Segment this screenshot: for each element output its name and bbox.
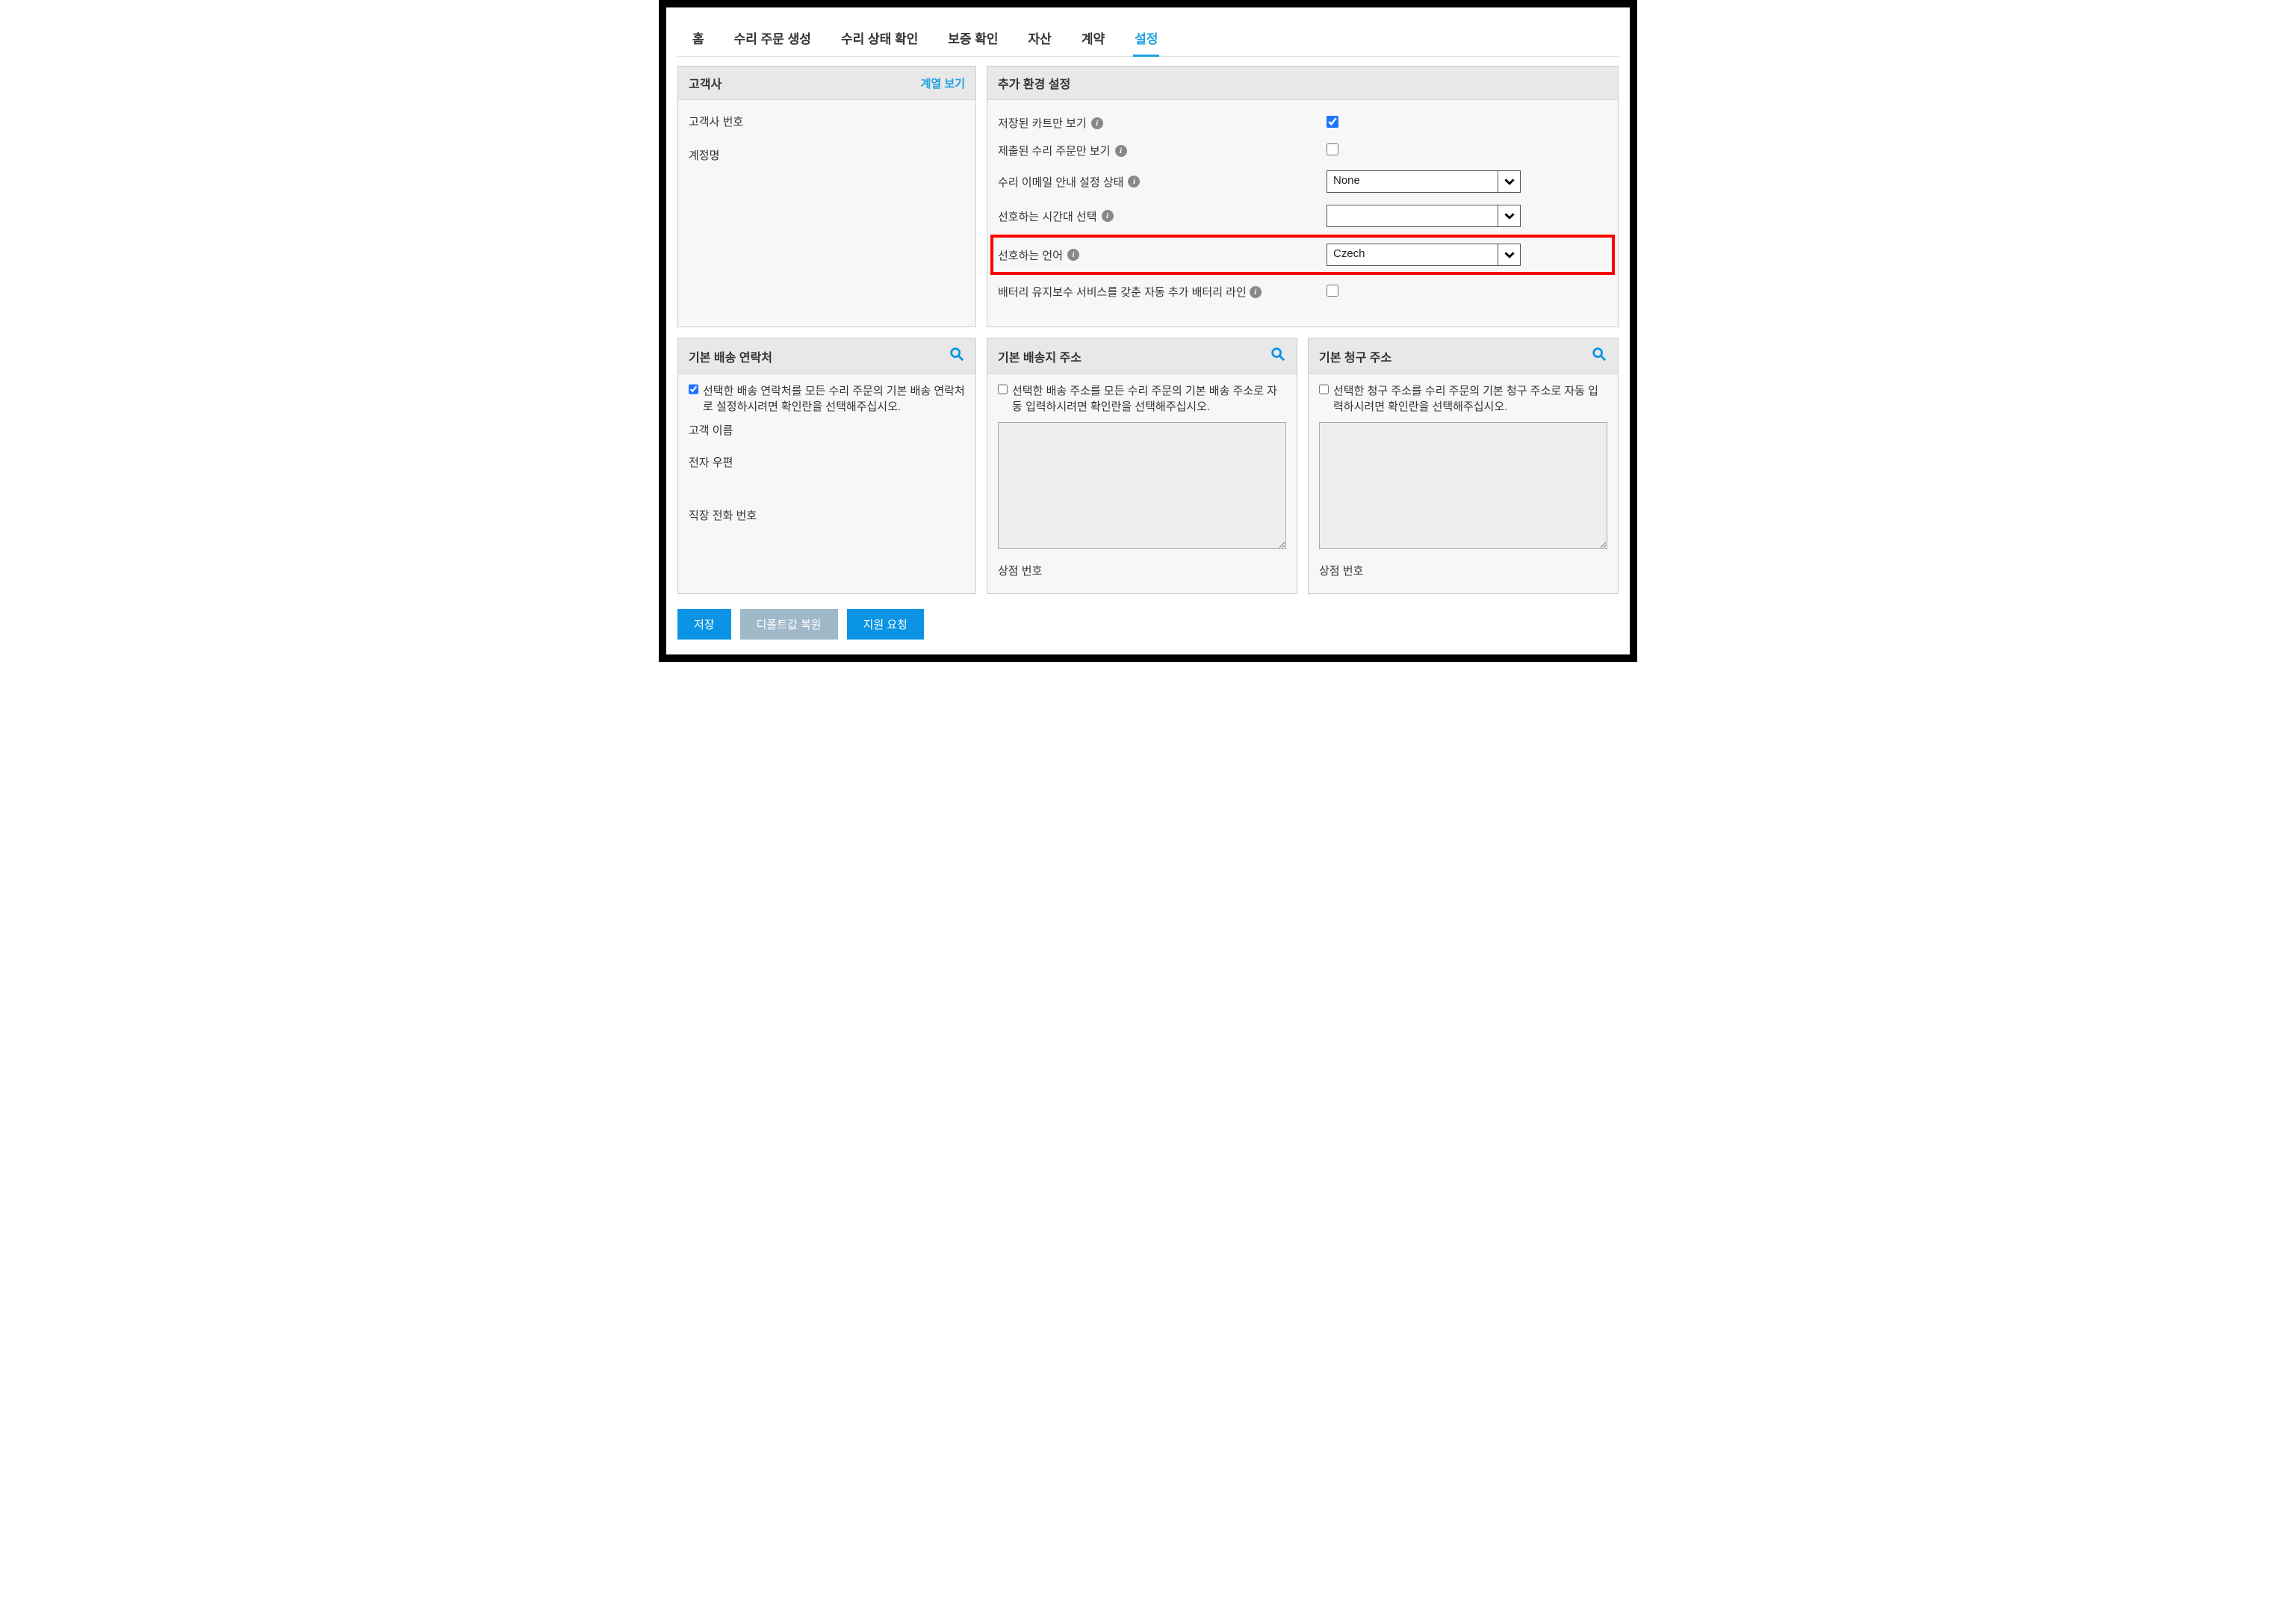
main-tabs: 홈 수리 주문 생성 수리 상태 확인 보증 확인 자산 계약 설정: [677, 15, 1619, 57]
info-icon[interactable]: i: [1128, 176, 1140, 188]
ship-address-panel: 기본 배송지 주소 선택한 배송 주소를 모든 수리 주문의 기본 배송 주소로…: [987, 338, 1297, 594]
account-name-label: 계정명: [689, 147, 965, 163]
tab-create-repair[interactable]: 수리 주문 생성: [719, 21, 826, 56]
bill-address-textarea[interactable]: [1319, 422, 1607, 549]
save-button[interactable]: 저장: [677, 609, 731, 640]
preferences-panel-title: 추가 환경 설정: [998, 74, 1070, 92]
contact-panel: 기본 배송 연락처 선택한 배송 연락처를 모든 수리 주문의 기본 배송 연락…: [677, 338, 976, 594]
customer-number-label: 고객사 번호: [689, 114, 965, 129]
tab-repair-status[interactable]: 수리 상태 확인: [826, 21, 933, 56]
customer-panel: 고객사 계열 보기 고객사 번호 계정명: [677, 66, 976, 327]
contact-checkbox-label: 선택한 배송 연락처를 모든 수리 주문의 기본 배송 연락처로 설정하시려면 …: [703, 383, 965, 415]
info-icon[interactable]: i: [1115, 145, 1127, 157]
language-select[interactable]: Czech: [1327, 244, 1521, 266]
contact-default-checkbox[interactable]: [689, 383, 698, 395]
tab-settings[interactable]: 설정: [1120, 21, 1173, 56]
preferences-panel: 추가 환경 설정 저장된 카트만 보기 i 제출된 수: [987, 66, 1619, 327]
saved-cart-only-label: 저장된 카트만 보기: [998, 115, 1087, 131]
ship-checkbox-label: 선택한 배송 주소를 모든 수리 주문의 기본 배송 주소로 자동 입력하시려면…: [1012, 383, 1286, 415]
ship-address-textarea[interactable]: [998, 422, 1286, 549]
timezone-select[interactable]: [1327, 205, 1521, 227]
saved-cart-only-checkbox[interactable]: [1327, 116, 1338, 128]
action-buttons: 저장 디폴트값 복원 지원 요청: [677, 609, 1619, 640]
battery-checkbox[interactable]: [1327, 285, 1338, 297]
chevron-down-icon: [1498, 205, 1520, 226]
tab-warranty[interactable]: 보증 확인: [933, 21, 1013, 56]
repair-email-value: None: [1327, 171, 1498, 192]
ship-panel-title: 기본 배송지 주소: [998, 347, 1082, 365]
tab-contract[interactable]: 계약: [1067, 21, 1120, 56]
info-icon[interactable]: i: [1067, 249, 1079, 261]
tab-home[interactable]: 홈: [677, 21, 719, 56]
bill-store-number-label: 상점 번호: [1319, 563, 1607, 578]
bill-address-panel: 기본 청구 주소 선택한 청구 주소를 수리 주문의 기본 청구 주소로 자동 …: [1308, 338, 1619, 594]
search-icon[interactable]: [949, 346, 965, 366]
restore-defaults-button[interactable]: 디폴트값 복원: [740, 609, 838, 640]
repair-email-select[interactable]: None: [1327, 170, 1521, 193]
battery-label: 배터리 유지보수 서비스를 갖춘 자동 추가 배터리 라인: [998, 284, 1247, 300]
customer-panel-title: 고객사: [689, 74, 722, 92]
language-label: 선호하는 언어: [998, 247, 1063, 263]
request-support-button[interactable]: 지원 요청: [847, 609, 924, 640]
submitted-repair-only-checkbox[interactable]: [1327, 143, 1338, 155]
contact-panel-title: 기본 배송 연락처: [689, 347, 772, 365]
view-affiliates-link[interactable]: 계열 보기: [921, 75, 965, 91]
ship-default-checkbox[interactable]: [998, 383, 1008, 395]
repair-email-label: 수리 이메일 안내 설정 상태: [998, 174, 1123, 190]
info-icon[interactable]: i: [1091, 117, 1103, 129]
search-icon[interactable]: [1270, 346, 1286, 366]
chevron-down-icon: [1498, 244, 1520, 265]
ship-store-number-label: 상점 번호: [998, 563, 1286, 578]
search-icon[interactable]: [1591, 346, 1607, 366]
tab-asset[interactable]: 자산: [1014, 21, 1067, 56]
timezone-label: 선호하는 시간대 선택: [998, 208, 1097, 224]
chevron-down-icon: [1498, 171, 1520, 192]
bill-panel-title: 기본 청구 주소: [1319, 347, 1391, 365]
customer-name-label: 고객 이름: [689, 422, 965, 438]
submitted-repair-only-label: 제출된 수리 주문만 보기: [998, 143, 1111, 158]
email-label: 전자 우편: [689, 454, 965, 470]
info-icon[interactable]: i: [1102, 210, 1114, 222]
language-value: Czech: [1327, 244, 1498, 265]
work-phone-label: 직장 전화 번호: [689, 507, 965, 523]
bill-default-checkbox[interactable]: [1319, 383, 1329, 395]
info-icon[interactable]: i: [1250, 286, 1262, 298]
bill-checkbox-label: 선택한 청구 주소를 수리 주문의 기본 청구 주소로 자동 입력하시려면 확인…: [1333, 383, 1607, 415]
timezone-value: [1327, 205, 1498, 226]
